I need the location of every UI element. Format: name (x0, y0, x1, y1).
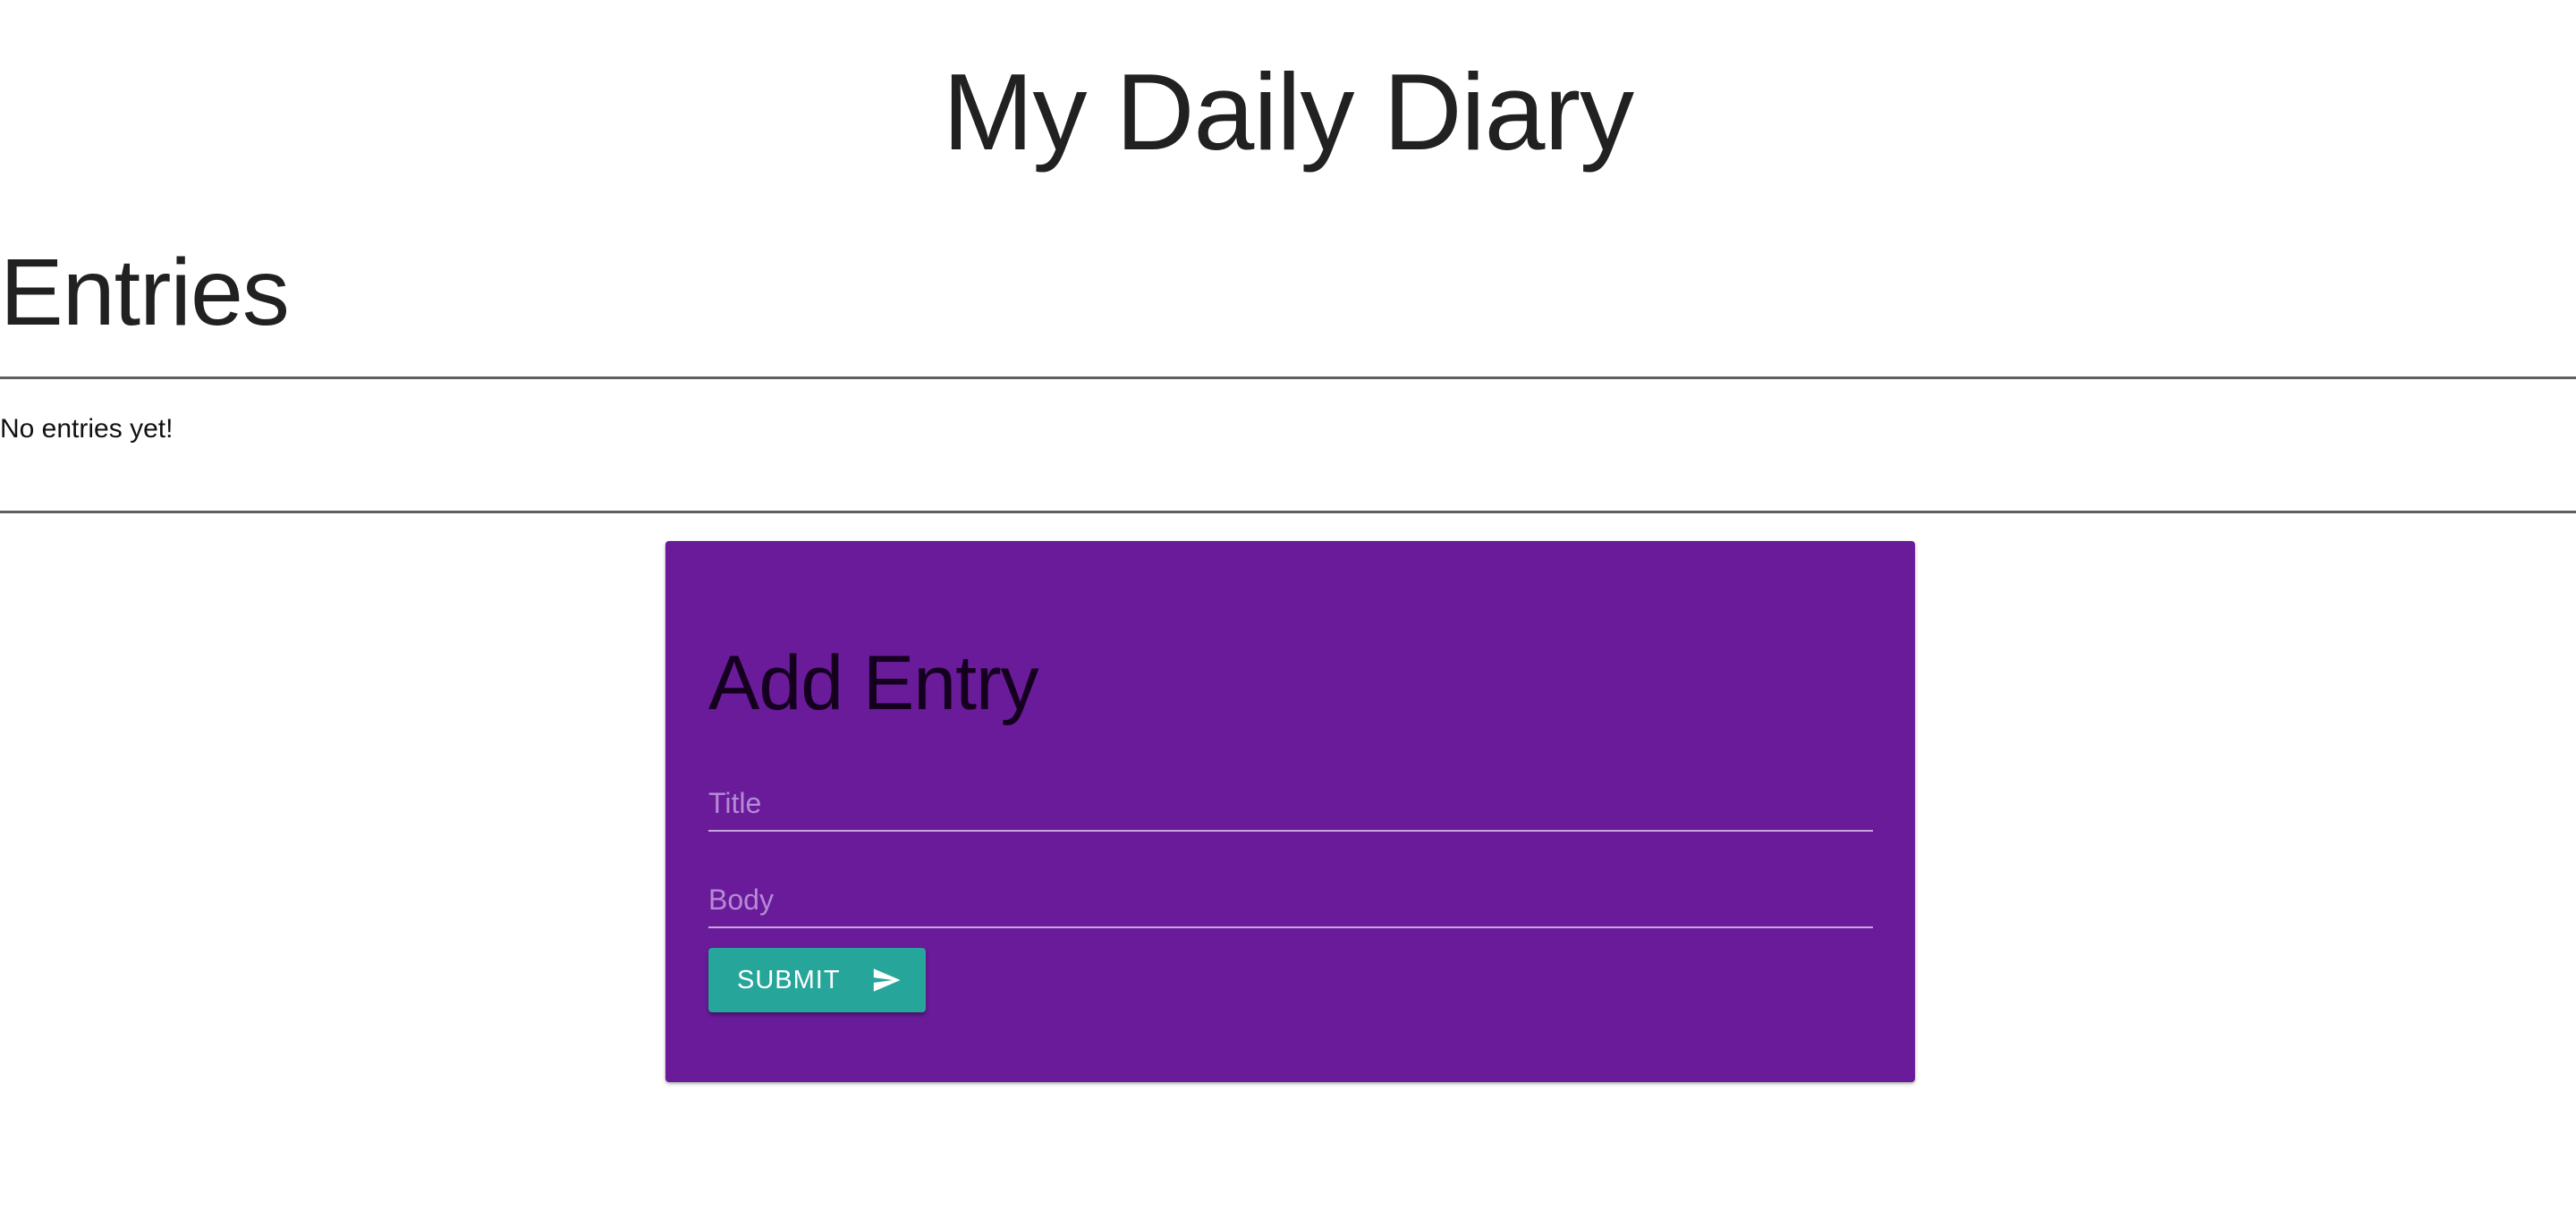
submit-button[interactable]: SUBMIT (708, 948, 926, 1012)
add-entry-card: Add Entry SUBMIT (665, 541, 1915, 1082)
entries-bottom-divider (0, 511, 2576, 513)
title-input[interactable] (708, 776, 1873, 830)
entries-heading: Entries (0, 240, 290, 345)
page-title: My Daily Diary (942, 51, 1634, 173)
submit-button-label: SUBMIT (737, 965, 841, 994)
add-entry-heading: Add Entry (708, 640, 1039, 726)
body-input[interactable] (708, 873, 1873, 926)
title-field (708, 776, 1873, 832)
body-field (708, 873, 1873, 928)
empty-entries-message: No entries yet! (0, 414, 174, 444)
entries-top-divider (0, 376, 2576, 379)
send-icon (873, 968, 901, 992)
